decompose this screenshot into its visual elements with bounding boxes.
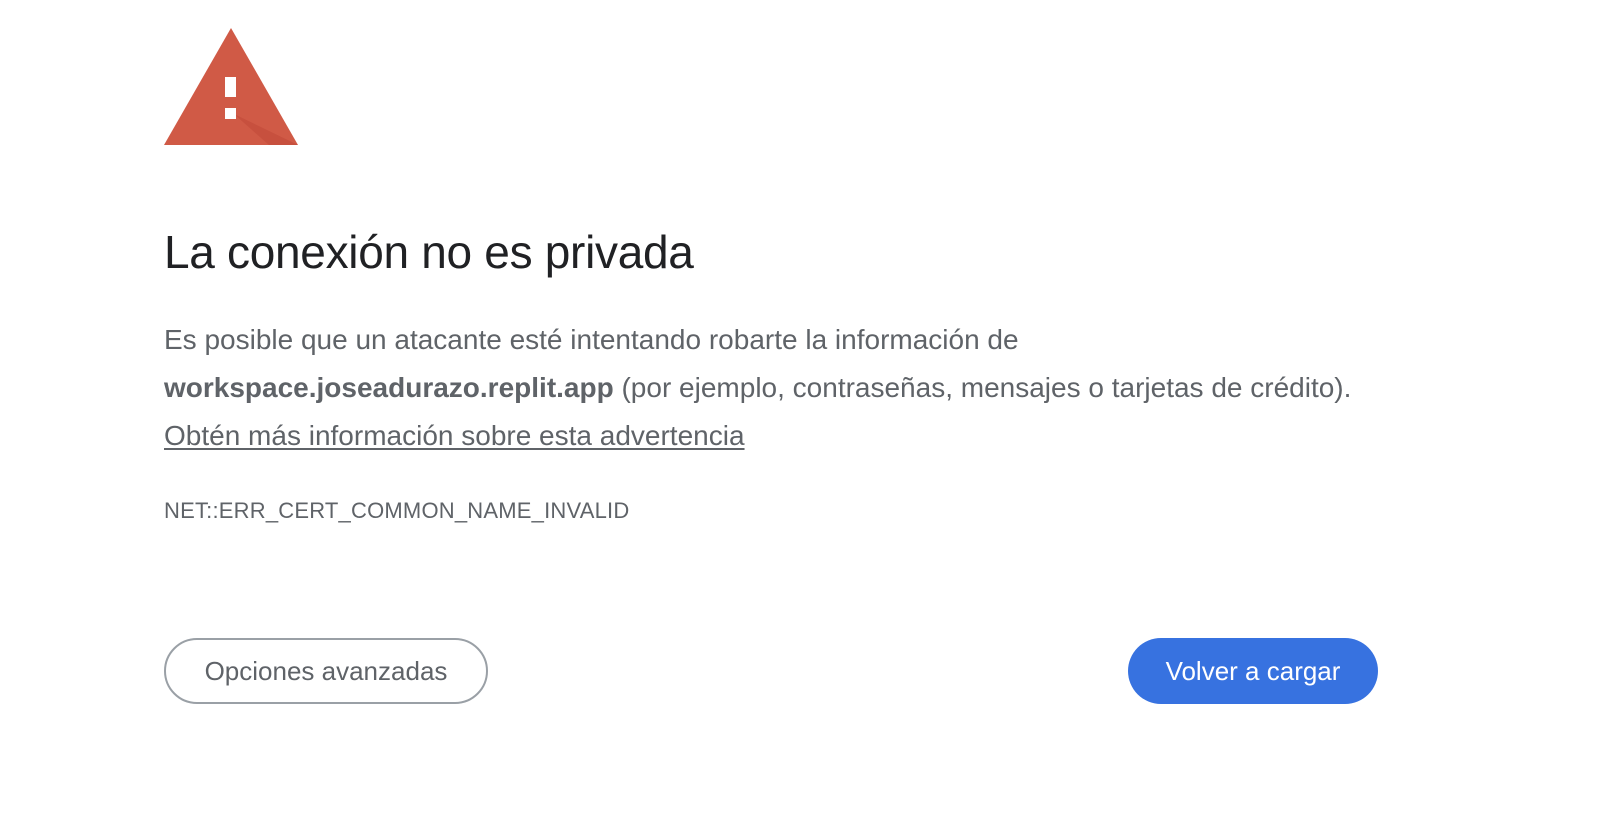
message-intro: Es posible que un atacante esté intentan… xyxy=(164,324,1019,355)
page-title: La conexión no es privada xyxy=(164,226,694,278)
reload-button[interactable]: Volver a cargar xyxy=(1128,638,1378,704)
error-code: NET::ERR_CERT_COMMON_NAME_INVALID xyxy=(164,498,630,523)
learn-more-link[interactable]: Obtén más información sobre esta adverte… xyxy=(164,420,745,451)
interstitial-page: La conexión no es privada Es posible que… xyxy=(0,0,1610,830)
advanced-options-button[interactable]: Opciones avanzadas xyxy=(164,638,488,704)
warning-message: Es posible que un atacante esté intentan… xyxy=(164,316,1394,460)
warning-triangle-icon xyxy=(164,28,298,145)
message-examples: (por ejemplo, contraseñas, mensajes o ta… xyxy=(613,372,1352,403)
host-name: workspace.joseadurazo.replit.app xyxy=(164,372,614,403)
